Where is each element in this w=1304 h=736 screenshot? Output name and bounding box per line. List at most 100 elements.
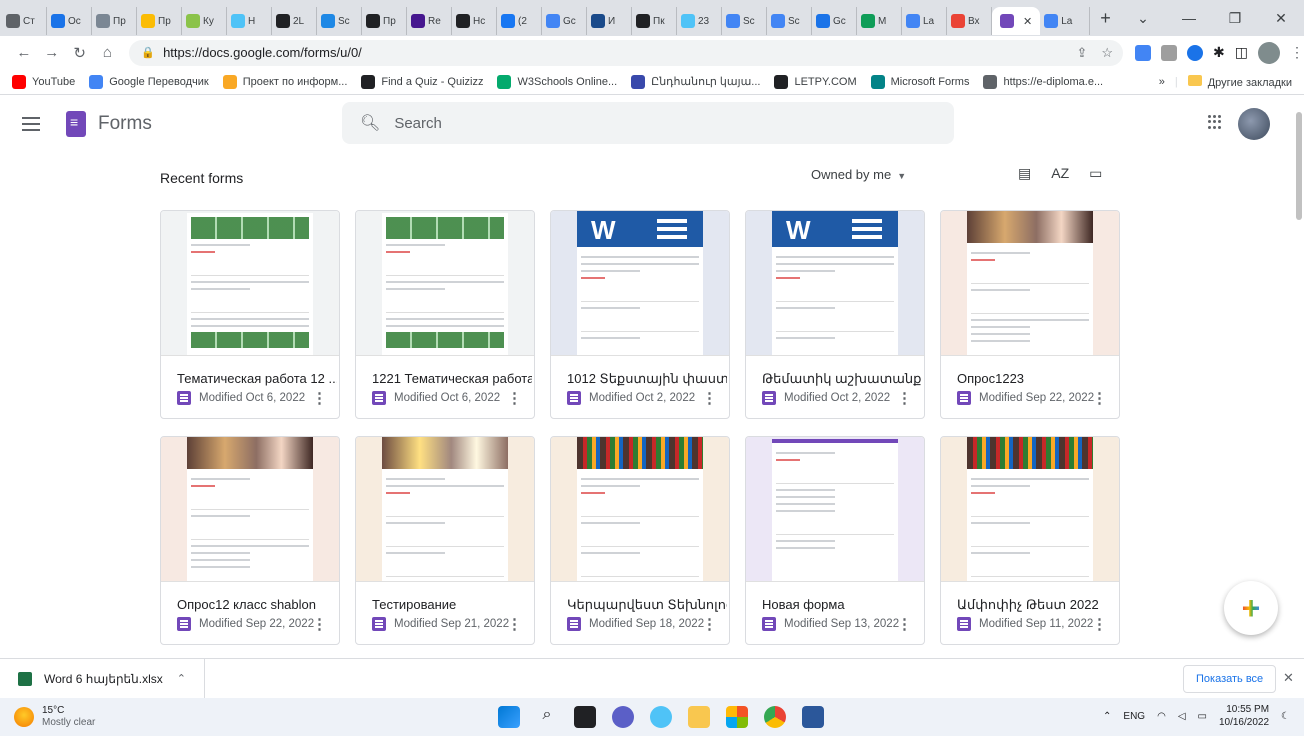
tab-search-icon[interactable]: ⌄ bbox=[1120, 10, 1166, 27]
form-card[interactable]: Կերպարվեստ Տեխնոլոգ... Modified Sep 18, 2… bbox=[550, 436, 730, 645]
task-view-icon[interactable] bbox=[574, 706, 596, 728]
more-options-icon[interactable]: ⋮ bbox=[702, 615, 717, 633]
bookmark-item[interactable]: Microsoft Forms bbox=[870, 74, 969, 89]
form-card[interactable]: Тематическая работа 12 ... Modified Oct 6… bbox=[160, 210, 340, 419]
app-title[interactable]: Forms bbox=[98, 113, 152, 135]
more-options-icon[interactable]: ⋮ bbox=[507, 389, 522, 407]
bookmark-item[interactable]: Google Переводчик bbox=[89, 74, 209, 89]
form-card[interactable]: 1012 Տեքստային փաստ... Modified Oct 2, 20… bbox=[550, 210, 730, 419]
sort-az-icon[interactable]: AZ bbox=[1051, 165, 1069, 182]
puzzle-icon[interactable]: ✱ bbox=[1213, 44, 1225, 61]
account-avatar[interactable] bbox=[1238, 108, 1270, 140]
cortana-icon[interactable] bbox=[650, 706, 672, 728]
browser-tab[interactable]: И bbox=[587, 7, 632, 35]
search-taskbar-icon[interactable]: ⌕ bbox=[536, 706, 558, 728]
form-card[interactable]: Ամփոփիչ Թեստ 2022 Modified Sep 11, 2022 ⋮ bbox=[940, 436, 1120, 645]
chevron-up-tray-icon[interactable]: ⌃ bbox=[1103, 711, 1111, 722]
wifi-icon[interactable]: ◠ bbox=[1157, 711, 1166, 722]
browser-tab[interactable]: Пк bbox=[632, 7, 677, 35]
bookmark-item[interactable]: W3Schools Online... bbox=[497, 74, 617, 89]
file-explorer-icon[interactable] bbox=[688, 706, 710, 728]
battery-icon[interactable]: ▭ bbox=[1198, 711, 1207, 722]
browser-tab[interactable]: Sc bbox=[767, 7, 812, 35]
show-all-downloads-button[interactable]: Показать все bbox=[1183, 665, 1277, 693]
browser-tab[interactable]: Ос bbox=[47, 7, 92, 35]
browser-tab[interactable]: Re bbox=[407, 7, 452, 35]
more-options-icon[interactable]: ⋮ bbox=[1092, 615, 1107, 633]
more-options-icon[interactable]: ⋮ bbox=[312, 615, 327, 633]
browser-tab[interactable]: Ку bbox=[182, 7, 227, 35]
browser-tab[interactable]: 2L bbox=[272, 7, 317, 35]
more-options-icon[interactable]: ⋮ bbox=[897, 615, 912, 633]
bookmark-item[interactable]: Проект по информ... bbox=[222, 74, 347, 89]
more-options-icon[interactable]: ⋮ bbox=[507, 615, 522, 633]
form-card[interactable]: Тестирование Modified Sep 21, 2022 ⋮ bbox=[355, 436, 535, 645]
close-download-bar-icon[interactable]: ✕ bbox=[1283, 670, 1294, 686]
side-panel-icon[interactable]: ◫ bbox=[1235, 44, 1248, 61]
form-card[interactable]: Թեմատիկ աշխատանք ... Modified Oct 2, 2022… bbox=[745, 210, 925, 419]
search-input[interactable] bbox=[394, 114, 895, 132]
extension-icon[interactable] bbox=[1187, 44, 1204, 61]
reload-button[interactable]: ↻ bbox=[68, 44, 92, 62]
form-card[interactable]: Опрос12 класс shablon Modified Sep 22, 20… bbox=[160, 436, 340, 645]
browser-tab[interactable]: Gc bbox=[542, 7, 587, 35]
browser-tab[interactable]: М bbox=[857, 7, 902, 35]
minimize-button[interactable]: — bbox=[1166, 10, 1212, 26]
clock[interactable]: 10:55 PM 10/16/2022 bbox=[1219, 703, 1269, 729]
browser-tab[interactable]: Пр bbox=[362, 7, 407, 35]
browser-tab[interactable]: Нс bbox=[452, 7, 497, 35]
search-icon[interactable]: 🔍︎ bbox=[360, 113, 380, 133]
more-options-icon[interactable]: ⋮ bbox=[897, 389, 912, 407]
extension-icon[interactable] bbox=[1161, 44, 1178, 61]
volume-icon[interactable]: ◁ bbox=[1178, 711, 1186, 722]
weather-widget[interactable]: 15°C Mostly clear bbox=[14, 705, 95, 729]
chat-icon[interactable] bbox=[612, 706, 634, 728]
bookmark-star-icon[interactable]: ☆ bbox=[1101, 45, 1113, 61]
more-options-icon[interactable]: ⋮ bbox=[312, 389, 327, 407]
store-icon[interactable] bbox=[726, 706, 748, 728]
browser-tab[interactable]: La bbox=[1040, 7, 1091, 35]
back-button[interactable]: ← bbox=[12, 44, 36, 61]
new-tab-button[interactable]: + bbox=[1100, 8, 1111, 29]
browser-tab[interactable]: 23 bbox=[677, 7, 722, 35]
bookmark-item[interactable]: Find a Quiz - Quizizz bbox=[361, 74, 483, 89]
owner-filter-dropdown[interactable]: Owned by me ▼ bbox=[811, 167, 906, 182]
browser-tab[interactable]: Вх bbox=[947, 7, 992, 35]
word-icon[interactable] bbox=[802, 706, 824, 728]
browser-tab[interactable]: (2 bbox=[497, 7, 542, 35]
language-indicator[interactable]: ENG bbox=[1123, 711, 1145, 722]
bookmark-item[interactable]: https://e-diploma.e... bbox=[983, 74, 1103, 89]
home-button[interactable]: ⌂ bbox=[96, 44, 120, 61]
chrome-icon[interactable] bbox=[764, 706, 786, 728]
active-browser-tab[interactable]: ✕ bbox=[992, 7, 1041, 35]
form-card[interactable]: 1221 Тематическая работа Modified Oct 6, … bbox=[355, 210, 535, 419]
profile-avatar[interactable] bbox=[1257, 41, 1280, 64]
main-menu-icon[interactable] bbox=[22, 117, 46, 131]
forward-button[interactable]: → bbox=[40, 44, 64, 61]
browser-tab[interactable]: Gc bbox=[812, 7, 857, 35]
notifications-icon[interactable]: ☾ bbox=[1281, 711, 1290, 722]
list-view-icon[interactable]: ▤ bbox=[1018, 165, 1031, 182]
translate-extension-icon[interactable] bbox=[1135, 44, 1152, 61]
browser-tab[interactable]: Sc bbox=[722, 7, 767, 35]
bookmark-item[interactable]: Ընդհանուր կայա... bbox=[631, 74, 760, 89]
browser-menu-icon[interactable]: ⋮ bbox=[1290, 44, 1304, 61]
google-apps-icon[interactable] bbox=[1208, 115, 1222, 129]
bookmark-item[interactable]: LETPY.COM bbox=[774, 74, 857, 89]
search-box[interactable]: 🔍︎ bbox=[342, 102, 954, 144]
form-card[interactable]: Новая форма Modified Sep 13, 2022 ⋮ bbox=[745, 436, 925, 645]
other-bookmarks[interactable]: Другие закладки bbox=[1187, 74, 1292, 89]
close-window-button[interactable]: ✕ bbox=[1258, 10, 1304, 27]
address-bar[interactable]: 🔒 https://docs.google.com/forms/u/0/ ⇪ ☆ bbox=[129, 39, 1124, 66]
browser-tab[interactable]: Пр bbox=[92, 7, 137, 35]
more-options-icon[interactable]: ⋮ bbox=[1092, 389, 1107, 407]
browser-tab[interactable]: Пр bbox=[137, 7, 182, 35]
share-icon[interactable]: ⇪ bbox=[1076, 45, 1087, 61]
browser-tab[interactable]: Sc bbox=[317, 7, 362, 35]
create-form-button[interactable]: + bbox=[1224, 581, 1278, 635]
close-tab-icon[interactable]: ✕ bbox=[1023, 15, 1032, 28]
download-item[interactable]: Word 6 հայերեն.xlsx ⌃ bbox=[0, 658, 205, 699]
start-icon[interactable] bbox=[498, 706, 520, 728]
browser-tab[interactable]: Ст bbox=[2, 7, 47, 35]
restore-button[interactable]: ❐ bbox=[1212, 10, 1258, 27]
